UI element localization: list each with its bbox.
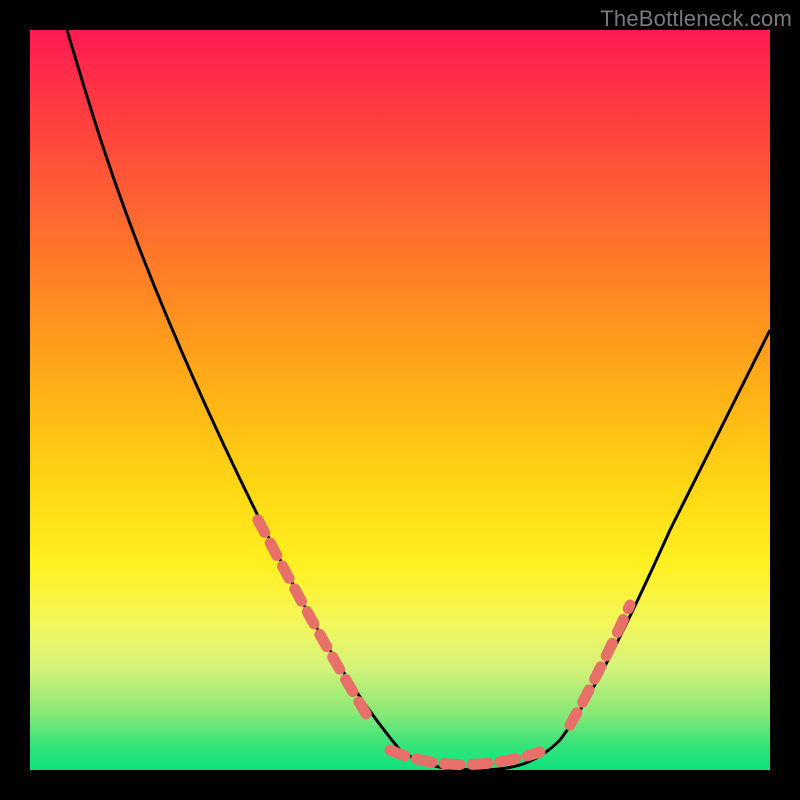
watermark-text: TheBottleneck.com [600,6,792,32]
chart-frame: TheBottleneck.com [0,0,800,800]
curve-line [67,30,770,770]
marker-floor [390,750,540,765]
marker-group [258,520,630,765]
bottleneck-curve [30,30,770,770]
marker-left [258,520,370,720]
marker-right [570,605,630,725]
